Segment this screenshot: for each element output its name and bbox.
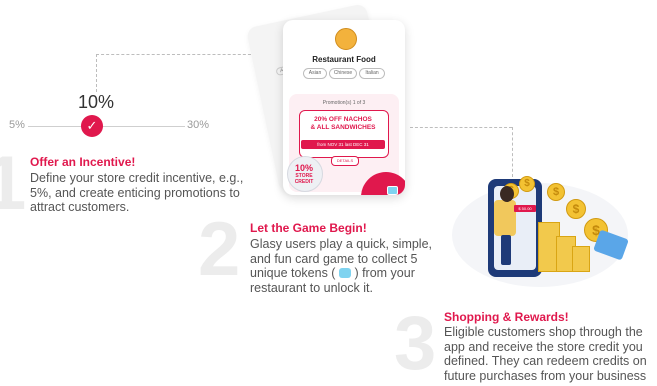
incentive-value: 10% (78, 92, 115, 112)
slider-max-label: 30% (187, 119, 210, 131)
connector-line (512, 127, 513, 177)
person-head (500, 186, 514, 202)
promo-text: 20% OFF NACHOS & ALL SANDWICHES (310, 116, 376, 131)
details-button[interactable]: DETAILS (331, 156, 359, 166)
step-body: Eligible customers shop through the app … (444, 325, 647, 383)
slider-knob-check-icon[interactable]: ✓ (81, 115, 103, 137)
promo-dates: from NOV 31 last DEC 31 (301, 140, 385, 149)
person-leg (501, 235, 511, 265)
price-tag: $ 50.00 (514, 205, 536, 212)
restaurant-title: Restaurant Food (312, 55, 376, 64)
connector-line (410, 127, 512, 128)
step-number: 3 (394, 301, 437, 386)
restaurant-logo (335, 28, 357, 50)
slider-min-label: 5% (9, 119, 25, 131)
step-body: Glasy users play a quick, simple, and fu… (250, 237, 433, 295)
coin-stack (572, 246, 590, 272)
cuisine-chip[interactable]: Italian (359, 68, 385, 79)
step-title: Let the Game Begin! (250, 221, 367, 235)
token-icon (387, 186, 398, 195)
person-body (494, 200, 516, 236)
connector-line (96, 54, 97, 92)
coin-icon: $ (566, 199, 586, 219)
coin-icon: $ (519, 176, 535, 192)
step-number: 2 (198, 207, 241, 292)
step-number: 1 (0, 141, 27, 226)
step-title: Shopping & Rewards! (444, 310, 569, 324)
badge-text: 10% STORE CREDIT (294, 163, 314, 185)
coin-icon: $ (547, 183, 565, 201)
cuisine-chip[interactable]: Chinese (329, 68, 357, 79)
cuisine-chip[interactable]: Asian (303, 68, 327, 79)
slider-track[interactable] (28, 126, 185, 127)
token-icon (338, 268, 351, 278)
promo-count: Promotion(s) 1 of 3 (322, 100, 366, 106)
step-title: Offer an Incentive! (30, 155, 136, 169)
connector-line (96, 54, 256, 55)
